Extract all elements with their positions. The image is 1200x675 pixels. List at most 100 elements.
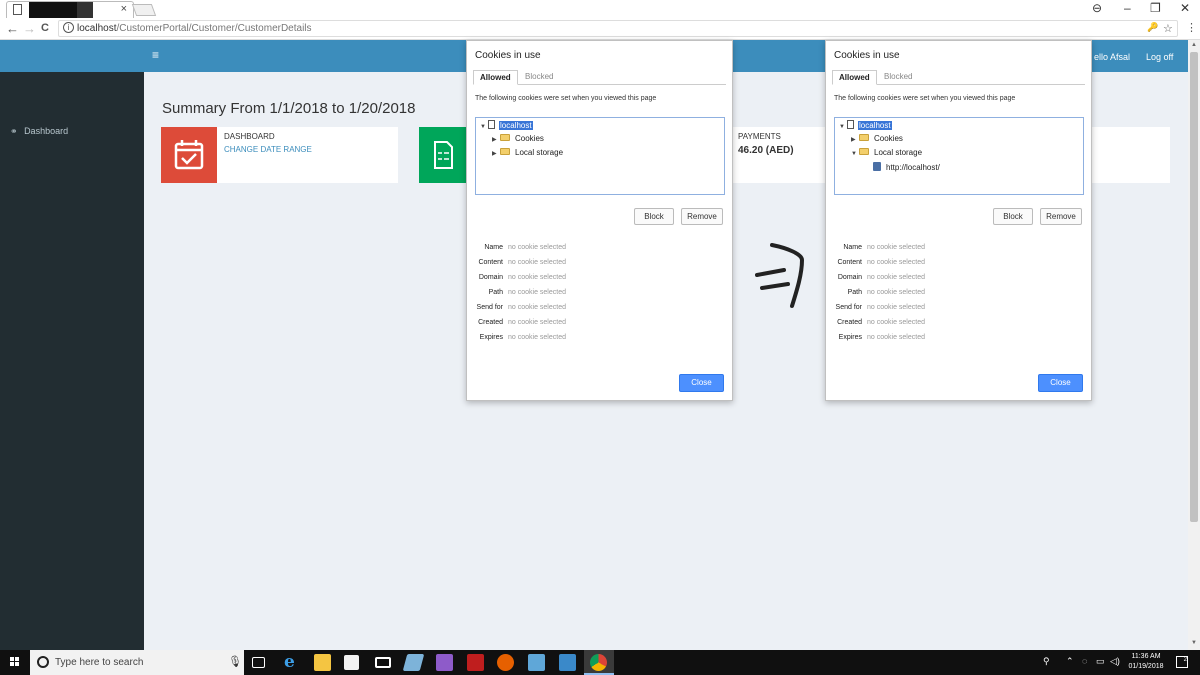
tree-node-label: Cookies bbox=[515, 134, 544, 143]
payments-label: PAYMENTS bbox=[738, 132, 781, 141]
page-icon bbox=[13, 4, 22, 15]
cookie-tree[interactable]: ▼ localhost ▶ Cookies ▼ Local storage http:… bbox=[834, 117, 1084, 195]
tree-node-localhost[interactable]: ▼ localhost bbox=[480, 120, 533, 130]
minimize-button[interactable]: – bbox=[1124, 1, 1131, 15]
invoice-icon bbox=[419, 127, 467, 183]
scroll-up-icon[interactable]: ▲ bbox=[1191, 42, 1197, 48]
firefox-icon[interactable] bbox=[497, 654, 514, 671]
hamburger-menu-icon[interactable]: ≡ bbox=[152, 48, 159, 62]
store-icon[interactable] bbox=[344, 655, 359, 670]
detail-value: no cookie selected bbox=[867, 289, 925, 296]
mail-icon[interactable] bbox=[375, 657, 391, 668]
expanded-caret-icon[interactable]: ▼ bbox=[839, 124, 847, 130]
collapsed-caret-icon[interactable]: ▶ bbox=[851, 136, 859, 143]
filezilla-icon[interactable] bbox=[467, 654, 484, 671]
scroll-thumb[interactable] bbox=[1190, 52, 1198, 522]
tree-node-local-storage[interactable]: ▶ Local storage bbox=[492, 148, 563, 157]
detail-value: no cookie selected bbox=[508, 334, 566, 341]
chevron-up-icon[interactable]: ⌃ bbox=[1066, 656, 1074, 667]
tree-node-cookies[interactable]: ▶ Cookies bbox=[492, 134, 544, 143]
page-title: Summary From 1/1/2018 to 1/20/2018 bbox=[162, 100, 416, 117]
new-tab-button[interactable] bbox=[131, 4, 157, 16]
block-button[interactable]: Block bbox=[634, 208, 674, 225]
close-window-button[interactable]: ✕ bbox=[1180, 1, 1190, 15]
detail-label: Send for bbox=[476, 304, 503, 311]
tab-blocked[interactable]: Blocked bbox=[519, 70, 559, 85]
tab-allowed[interactable]: Allowed bbox=[473, 70, 518, 85]
network-icon[interactable]: ◌ bbox=[1082, 656, 1087, 666]
logoff-link[interactable]: Log off bbox=[1146, 52, 1173, 62]
taskbar-search[interactable]: Type here to search 🎙 bbox=[30, 650, 244, 675]
remote-desktop-icon[interactable] bbox=[559, 654, 576, 671]
user-name[interactable]: ello Afsal bbox=[1094, 52, 1130, 62]
edge-icon[interactable]: e bbox=[284, 652, 301, 672]
key-icon[interactable]: 🔑 bbox=[1147, 22, 1158, 33]
close-button[interactable]: Close bbox=[1038, 374, 1083, 392]
tree-node-local-storage[interactable]: ▼ Local storage bbox=[851, 148, 922, 157]
dashboard-label: DASHBOARD bbox=[224, 132, 275, 141]
scroll-down-icon[interactable]: ▼ bbox=[1191, 640, 1197, 646]
cookie-tree[interactable]: ▼ localhost ▶ Cookies ▶ Local storage bbox=[475, 117, 725, 195]
person-icon[interactable]: ⚲ bbox=[1043, 656, 1050, 667]
app-icon[interactable] bbox=[528, 654, 545, 671]
restore-button[interactable]: ❐ bbox=[1150, 1, 1161, 15]
file-explorer-icon[interactable] bbox=[314, 654, 331, 671]
detail-value: no cookie selected bbox=[508, 244, 566, 251]
dialog-tabs: Allowed Blocked bbox=[473, 70, 726, 85]
close-button[interactable]: Close bbox=[679, 374, 724, 392]
block-button[interactable]: Block bbox=[993, 208, 1033, 225]
remove-button[interactable]: Remove bbox=[681, 208, 723, 225]
expanded-caret-icon[interactable]: ▼ bbox=[851, 151, 859, 157]
omnibox[interactable]: i localhost/CustomerPortal/Customer/Cust… bbox=[58, 20, 1178, 37]
tree-node-cookies[interactable]: ▶ Cookies bbox=[851, 134, 903, 143]
tab-blocked[interactable]: Blocked bbox=[878, 70, 918, 85]
battery-icon[interactable]: ▭ bbox=[1096, 656, 1105, 667]
microphone-icon[interactable]: 🎙 bbox=[228, 655, 242, 668]
detail-label: Created bbox=[837, 319, 862, 326]
visual-studio-icon[interactable] bbox=[436, 654, 453, 671]
dialog-title: Cookies in use bbox=[475, 50, 541, 61]
page-scrollbar[interactable]: ▲ ▼ bbox=[1188, 40, 1200, 650]
expanded-caret-icon[interactable]: ▼ bbox=[480, 124, 488, 130]
detail-value: no cookie selected bbox=[508, 304, 566, 311]
hand-drawn-arrow-icon bbox=[752, 240, 812, 315]
clock[interactable]: 11:36 AM 01/19/2018 bbox=[1124, 652, 1168, 672]
tree-node-localhost[interactable]: ▼ localhost bbox=[839, 120, 892, 130]
collapsed-caret-icon[interactable]: ▶ bbox=[492, 136, 500, 143]
tab-allowed[interactable]: Allowed bbox=[832, 70, 877, 85]
browser-titlebar: × ⊖ – ❐ ✕ bbox=[0, 0, 1200, 19]
volume-icon[interactable]: ◁) bbox=[1110, 656, 1120, 667]
dialog-description: The following cookies were set when you … bbox=[475, 95, 657, 102]
menu-icon[interactable]: ⋮ bbox=[1186, 21, 1197, 34]
notification-icon[interactable]: 2 bbox=[1176, 656, 1188, 668]
detail-label: Name bbox=[843, 244, 862, 251]
account-icon[interactable]: ⊖ bbox=[1092, 1, 1102, 15]
tree-node-label: Local storage bbox=[874, 148, 923, 157]
tree-node-label: http://localhost/ bbox=[886, 163, 940, 172]
cortana-icon bbox=[37, 656, 49, 668]
tree-node-local-item[interactable]: http://localhost/ bbox=[873, 162, 940, 172]
change-date-range-link[interactable]: CHANGE DATE RANGE bbox=[224, 145, 312, 154]
remove-button[interactable]: Remove bbox=[1040, 208, 1082, 225]
collapsed-caret-icon[interactable]: ▶ bbox=[492, 150, 500, 157]
info-icon[interactable]: i bbox=[63, 22, 74, 33]
sidebar-item-dashboard[interactable]: ⚭ Dashboard bbox=[10, 126, 68, 137]
url-text[interactable]: localhost/CustomerPortal/Customer/Custom… bbox=[77, 23, 312, 34]
reload-button[interactable]: C bbox=[41, 22, 49, 34]
url-host: localhost bbox=[77, 23, 117, 34]
back-button[interactable]: ← bbox=[6, 21, 19, 36]
app-icon[interactable] bbox=[402, 654, 425, 671]
chrome-taskbar-active[interactable] bbox=[584, 650, 614, 675]
detail-value: no cookie selected bbox=[867, 304, 925, 311]
dialog-title: Cookies in use bbox=[834, 50, 900, 61]
windows-start-icon[interactable] bbox=[10, 657, 20, 667]
chrome-icon[interactable] bbox=[590, 654, 607, 671]
forward-button[interactable]: → bbox=[23, 21, 36, 36]
tab-close-icon[interactable]: × bbox=[121, 3, 127, 15]
tree-node-label: localhost bbox=[858, 121, 892, 130]
star-icon[interactable]: ☆ bbox=[1163, 22, 1173, 35]
task-view-icon[interactable] bbox=[252, 657, 265, 668]
browser-tab[interactable]: × bbox=[6, 1, 134, 19]
payments-value: 46.20 (AED) bbox=[738, 145, 794, 156]
search-placeholder: Type here to search bbox=[55, 657, 144, 668]
